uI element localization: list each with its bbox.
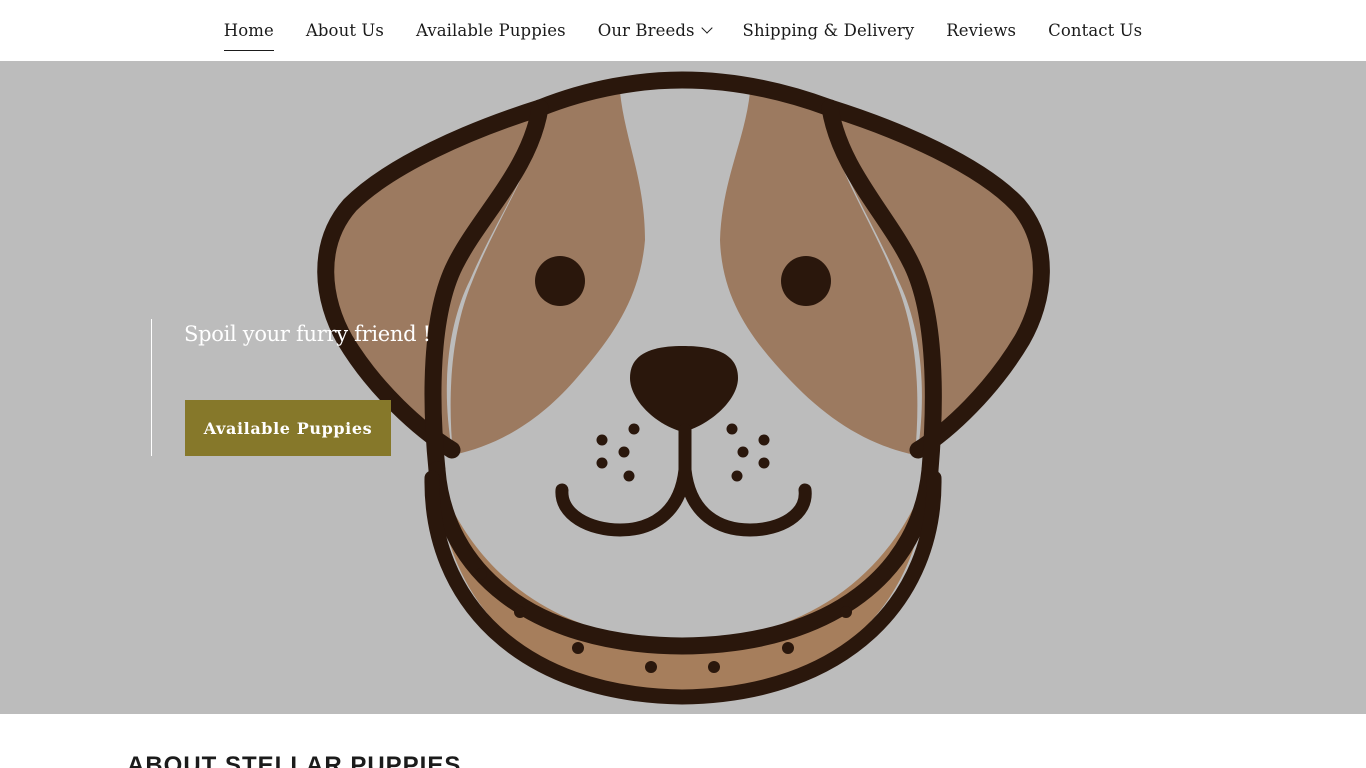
nav-item-label: Reviews (946, 21, 1017, 40)
top-navigation: Home About Us Available Puppies Our Bree… (0, 0, 1366, 61)
nav-item-label: Home (223, 21, 274, 40)
hero-section: Spoil your furry friend ! Available Pupp… (0, 61, 1366, 714)
nav-item-shipping-delivery[interactable]: Shipping & Delivery (743, 21, 915, 40)
hero-content: Spoil your furry friend ! Available Pupp… (151, 319, 431, 456)
dog-right-eye (781, 256, 831, 306)
dog-nose (630, 346, 738, 432)
dog-collar (436, 470, 929, 693)
nav-item-about-us[interactable]: About Us (306, 21, 384, 40)
nav-item-label: Shipping & Delivery (742, 21, 915, 40)
nav-item-reviews[interactable]: Reviews (946, 21, 1016, 40)
nav-menu: Home About Us Available Puppies Our Bree… (223, 21, 1143, 51)
about-section-title: ABOUT STELLAR PUPPIES (127, 752, 462, 768)
nav-item-available-puppies[interactable]: Available Puppies (416, 21, 566, 40)
dog-mouth (555, 423, 812, 537)
hero-tagline: Spoil your furry friend ! (184, 322, 431, 346)
nav-item-label: Available Puppies (415, 21, 566, 40)
nav-item-label: About Us (305, 21, 384, 40)
dog-left-eye (535, 256, 585, 306)
nav-item-home[interactable]: Home (223, 21, 275, 51)
available-puppies-button[interactable]: Available Puppies (185, 400, 391, 456)
nav-item-contact-us[interactable]: Contact Us (1048, 21, 1142, 40)
nav-item-label: Contact Us (1048, 21, 1143, 40)
chevron-down-icon[interactable] (700, 22, 713, 34)
nav-item-label: Our Breeds (597, 21, 695, 40)
nav-item-our-breeds[interactable]: Our Breeds (597, 21, 713, 40)
